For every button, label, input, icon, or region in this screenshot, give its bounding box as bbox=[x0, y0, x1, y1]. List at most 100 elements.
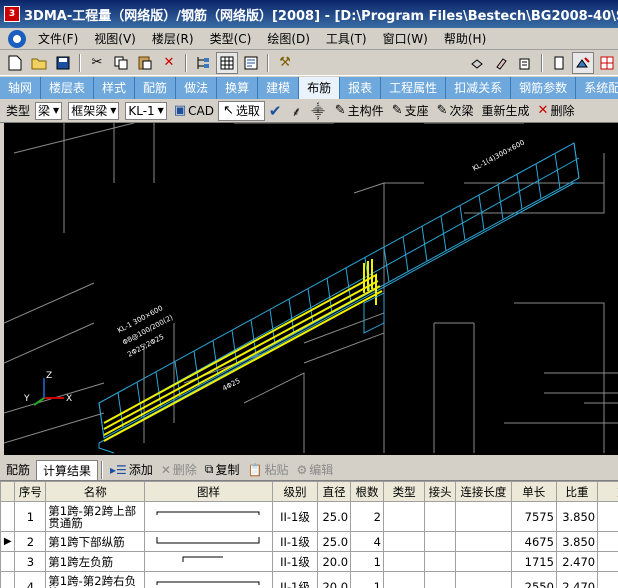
cell-type[interactable] bbox=[382, 551, 426, 572]
cell-name[interactable]: 第1跨-第2跨右负筋 bbox=[45, 571, 146, 588]
cell-weight[interactable]: 4.2 bbox=[597, 551, 618, 572]
tab-rebar-config[interactable]: 配筋 bbox=[135, 77, 177, 99]
copy-row-button[interactable]: ⧉ 复制 bbox=[201, 461, 244, 478]
cell-unit-length[interactable]: 4675 bbox=[510, 531, 557, 552]
menu-window[interactable]: 窗口(W) bbox=[375, 30, 436, 47]
tab-rebar[interactable]: 配筋 bbox=[0, 460, 36, 480]
cell-unit-length[interactable]: 1715 bbox=[510, 551, 557, 572]
rebar-pick-button[interactable]: ⸎ bbox=[307, 101, 331, 121]
open-icon[interactable] bbox=[28, 52, 50, 74]
cell-count[interactable]: 4 bbox=[350, 531, 384, 552]
cell-seq[interactable]: 1 bbox=[14, 501, 47, 532]
grid-icon[interactable] bbox=[216, 51, 238, 74]
row-indicator[interactable] bbox=[0, 501, 16, 532]
tab-style[interactable]: 样式 bbox=[94, 77, 136, 99]
cell-name[interactable]: 第1跨左负筋 bbox=[45, 551, 146, 572]
cell-seq[interactable]: 4 bbox=[14, 571, 47, 588]
save-icon[interactable] bbox=[52, 52, 74, 74]
tab-project-properties[interactable]: 工程属性 bbox=[381, 77, 447, 99]
cell-shape[interactable] bbox=[144, 551, 273, 572]
tools-icon[interactable]: ⚒ bbox=[274, 52, 296, 74]
table-row[interactable]: 4第1跨-第2跨右负筋 II-1级20.01 25502.4706.2 bbox=[0, 571, 618, 588]
confirm-button[interactable]: ✔ bbox=[265, 101, 288, 121]
eraser-icon[interactable] bbox=[490, 52, 512, 74]
menu-file[interactable]: 文件(F) bbox=[30, 30, 86, 47]
row-indicator[interactable] bbox=[0, 551, 16, 572]
cell-unit-length[interactable]: 7575 bbox=[510, 501, 557, 532]
type-select[interactable]: 梁 ▼ bbox=[35, 101, 63, 120]
cad-button[interactable]: ▣ CAD bbox=[170, 101, 218, 121]
tab-report[interactable]: 报表 bbox=[340, 77, 382, 99]
cell-density[interactable]: 3.850 bbox=[555, 531, 599, 552]
tab-floor-table[interactable]: 楼层表 bbox=[41, 77, 95, 99]
tab-calc-results[interactable]: 计算结果 bbox=[36, 459, 99, 480]
tab-system-config[interactable]: 系统配置 bbox=[576, 77, 618, 99]
sheet-icon[interactable] bbox=[548, 52, 570, 74]
select-button[interactable]: ↖ 选取 bbox=[217, 100, 265, 121]
cell-name[interactable]: 第1跨下部纵筋 bbox=[45, 531, 146, 552]
cell-seq[interactable]: 2 bbox=[14, 531, 47, 552]
copy-icon[interactable] bbox=[110, 52, 132, 74]
cell-shape[interactable] bbox=[144, 571, 273, 588]
tab-axis-grid[interactable]: 轴网 bbox=[0, 77, 42, 99]
new-file-icon[interactable] bbox=[4, 52, 26, 74]
cell-density[interactable]: 2.470 bbox=[555, 551, 599, 572]
tab-rebar-params[interactable]: 钢筋参数 bbox=[511, 77, 577, 99]
cell-shape[interactable] bbox=[144, 531, 273, 552]
cell-type[interactable] bbox=[382, 531, 426, 552]
cell-grade[interactable]: II-1级 bbox=[271, 551, 319, 572]
tab-conversion[interactable]: 换算 bbox=[217, 77, 259, 99]
cell-joint[interactable] bbox=[424, 531, 457, 552]
main-member-button[interactable]: ✎ 主构件 bbox=[331, 101, 388, 121]
cell-shape[interactable] bbox=[144, 501, 273, 532]
cell-grade[interactable]: II-1级 bbox=[271, 531, 319, 552]
menu-floor[interactable]: 楼层(R) bbox=[144, 30, 202, 47]
cell-seq[interactable]: 3 bbox=[14, 551, 47, 572]
cell-connect-length[interactable] bbox=[455, 531, 512, 552]
pick-button[interactable]: ⸙ bbox=[287, 101, 307, 121]
cell-count[interactable]: 1 bbox=[350, 571, 384, 588]
cell-connect-length[interactable] bbox=[455, 551, 512, 572]
cell-density[interactable]: 2.470 bbox=[555, 571, 599, 588]
cell-weight[interactable]: 29.1 bbox=[597, 501, 618, 532]
cell-grade[interactable]: II-1级 bbox=[271, 501, 319, 532]
tree-icon[interactable] bbox=[192, 52, 214, 74]
cell-name[interactable]: 第1跨-第2跨上部贯通筋 bbox=[45, 501, 146, 532]
cell-type[interactable] bbox=[382, 571, 426, 588]
cell-diameter[interactable]: 25.0 bbox=[317, 531, 352, 552]
cell-joint[interactable] bbox=[424, 571, 457, 588]
cell-count[interactable]: 1 bbox=[350, 551, 384, 572]
row-indicator[interactable]: ▶ bbox=[0, 531, 16, 552]
delete-icon[interactable]: ✕ bbox=[158, 52, 180, 74]
tab-deduction[interactable]: 扣减关系 bbox=[446, 77, 512, 99]
tab-rebar-layout[interactable]: 布筋 bbox=[299, 77, 341, 99]
member-select[interactable]: KL-1 ▼ bbox=[125, 101, 167, 120]
cell-type[interactable] bbox=[382, 501, 426, 532]
delete-rebar-button[interactable]: ✕ 删除 bbox=[534, 101, 579, 121]
table-row[interactable]: 3第1跨左负筋 II-1级20.01 17152.4704.2 bbox=[0, 551, 618, 572]
cell-diameter[interactable]: 20.0 bbox=[317, 551, 352, 572]
menu-help[interactable]: 帮助(H) bbox=[436, 30, 494, 47]
grid-view-icon[interactable] bbox=[596, 52, 618, 74]
menu-tools[interactable]: 工具(T) bbox=[318, 30, 375, 47]
cell-connect-length[interactable] bbox=[455, 501, 512, 532]
cell-connect-length[interactable] bbox=[455, 571, 512, 588]
secondary-beam-button[interactable]: ✎ 次梁 bbox=[433, 101, 478, 121]
cell-weight[interactable]: 6.2 bbox=[597, 571, 618, 588]
cut-icon[interactable]: ✂ bbox=[86, 52, 108, 74]
menu-type[interactable]: 类型(C) bbox=[202, 30, 260, 47]
row-indicator[interactable] bbox=[0, 571, 16, 588]
select-icon[interactable] bbox=[572, 51, 594, 74]
cell-diameter[interactable]: 25.0 bbox=[317, 501, 352, 532]
paste-icon[interactable] bbox=[134, 52, 156, 74]
cell-diameter[interactable]: 20.0 bbox=[317, 571, 352, 588]
menu-view[interactable]: 视图(V) bbox=[86, 30, 144, 47]
cell-weight[interactable]: 17.9 bbox=[597, 531, 618, 552]
delete-row-button[interactable]: ✕ 删除 bbox=[157, 461, 201, 478]
layer-icon[interactable] bbox=[466, 52, 488, 74]
table-row[interactable]: ▶2第1跨下部纵筋 II-1级25.04 46753.85017.9 bbox=[0, 531, 618, 552]
tab-modeling[interactable]: 建模 bbox=[258, 77, 300, 99]
app-menu-icon[interactable] bbox=[8, 29, 26, 48]
regenerate-button[interactable]: 重新生成 bbox=[478, 101, 534, 121]
cell-count[interactable]: 2 bbox=[350, 501, 384, 532]
